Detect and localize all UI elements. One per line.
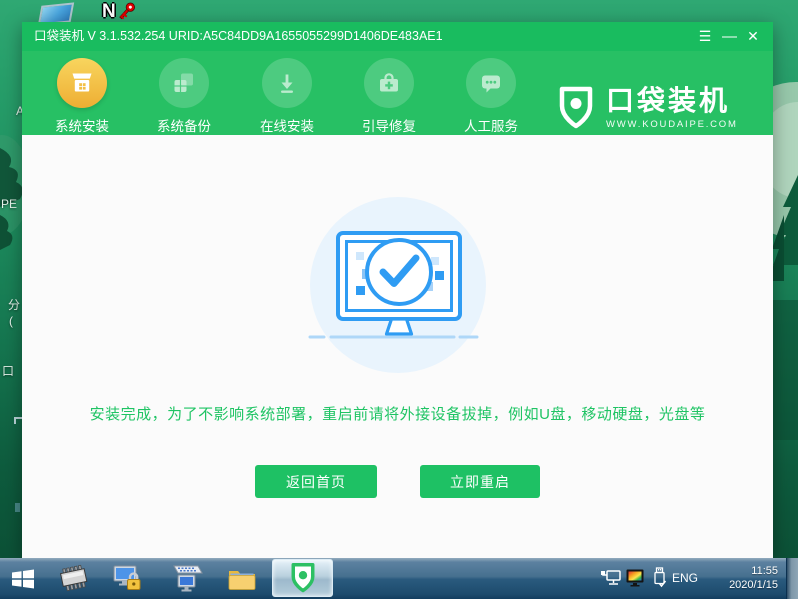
folder-icon xyxy=(228,570,256,590)
window-title: 口袋装机 V 3.1.532.254 URID:A5C84DD9A1655055… xyxy=(34,29,443,43)
toolbox-plus-icon xyxy=(380,73,398,92)
nav-item-system-backup[interactable]: 系统备份 xyxy=(134,58,234,135)
menu-icon[interactable]: ☰ xyxy=(693,22,717,51)
logo-text: 口袋装机 WWW.KOUDAIPE.COM xyxy=(606,85,738,130)
windows-logo-icon xyxy=(12,569,34,588)
brand-logo: 口袋装机 WWW.KOUDAIPE.COM xyxy=(556,85,738,131)
nav-label: 系统备份 xyxy=(157,119,211,134)
taskbar-clock[interactable]: 11:55 2020/1/15 xyxy=(700,564,778,592)
taskbar-keyboard-app[interactable] xyxy=(164,558,208,599)
nav-circle-online-install xyxy=(262,58,312,108)
green-shield-icon xyxy=(291,563,314,593)
taskbar: ENG 11:55 2020/1/15 xyxy=(0,558,798,599)
monitor-checkmark-illustration xyxy=(308,231,479,339)
restart-now-button[interactable]: 立即重启 xyxy=(420,465,540,498)
nav-item-human-service[interactable]: 人工服务 xyxy=(441,58,541,135)
logo-name: 口袋装机 xyxy=(606,85,731,116)
taskbar-koudai-app-active[interactable] xyxy=(272,559,333,597)
download-icon xyxy=(281,74,293,93)
nav-item-boot-repair[interactable]: 引导修复 xyxy=(339,58,439,135)
language-indicator[interactable]: ENG xyxy=(672,558,698,599)
nav-circle-system-backup xyxy=(159,58,209,108)
desktop-label-fen: 分 xyxy=(8,298,21,312)
nav-item-online-install[interactable]: 在线安装 xyxy=(237,58,337,135)
screen: N A PE 分 ( 口 口袋装机 V 3.1.532.254 URID:A5C… xyxy=(0,0,798,599)
taskbar-screenlock-app[interactable] xyxy=(108,558,148,599)
window-controls: ☰ — ✕ xyxy=(693,22,765,51)
desktop-label-pe: PE xyxy=(1,197,18,211)
monitor-lock-icon xyxy=(113,565,141,590)
clock-time: 11:55 xyxy=(751,565,778,577)
nav-label: 引导修复 xyxy=(362,119,416,134)
close-icon[interactable]: ✕ xyxy=(741,22,765,51)
clock-date: 2020/1/15 xyxy=(729,579,778,591)
titlebar[interactable]: 口袋装机 V 3.1.532.254 URID:A5C84DD9A1655055… xyxy=(22,22,773,51)
nav-circle-human-service xyxy=(466,58,516,108)
taskbar-chip-app[interactable] xyxy=(52,558,96,599)
backup-windows-icon xyxy=(174,73,193,92)
nav-circle-boot-repair xyxy=(364,58,414,108)
desktop-label-paren: ( xyxy=(9,314,13,328)
display-color-tray-icon[interactable] xyxy=(626,569,646,587)
shield-logo-icon xyxy=(559,86,593,129)
install-box-icon xyxy=(72,73,92,92)
koudaizhuangji-window: 口袋装机 V 3.1.532.254 URID:A5C84DD9A1655055… xyxy=(22,22,773,558)
install-complete-message: 安装完成，为了不影响系统部署，重启前请将外接设备拔掉，例如U盘，移动硬盘，光盘等 xyxy=(89,406,706,423)
minimize-icon[interactable]: — xyxy=(717,22,741,51)
show-desktop-button[interactable] xyxy=(786,558,798,599)
memory-chip-icon xyxy=(60,564,88,591)
logo-site: WWW.KOUDAIPE.COM xyxy=(606,119,738,130)
chat-bubble-icon xyxy=(482,75,500,93)
desktop-label-kou: 口 xyxy=(2,364,15,378)
nav-item-system-install[interactable]: 系统安装 xyxy=(32,58,132,135)
n-icon-letter: N xyxy=(102,1,116,22)
return-home-button[interactable]: 返回首页 xyxy=(255,465,377,498)
network-tray-icon[interactable] xyxy=(600,570,622,587)
nav-bar: 系统安装 系统备份 在线安装 引导修复 人工服务 口袋装机 WWW.KOUDAI… xyxy=(22,51,773,135)
start-button[interactable] xyxy=(4,558,42,599)
nav-label: 系统安装 xyxy=(55,119,109,134)
taskbar-file-explorer[interactable] xyxy=(222,558,262,599)
desktop-icon-fragment xyxy=(15,503,20,512)
keyboard-monitor-icon xyxy=(173,565,203,591)
usb-tray-icon[interactable] xyxy=(652,567,667,589)
nav-label: 人工服务 xyxy=(464,119,518,134)
nav-circle-system-install xyxy=(57,58,107,108)
nav-label: 在线安装 xyxy=(260,119,314,134)
